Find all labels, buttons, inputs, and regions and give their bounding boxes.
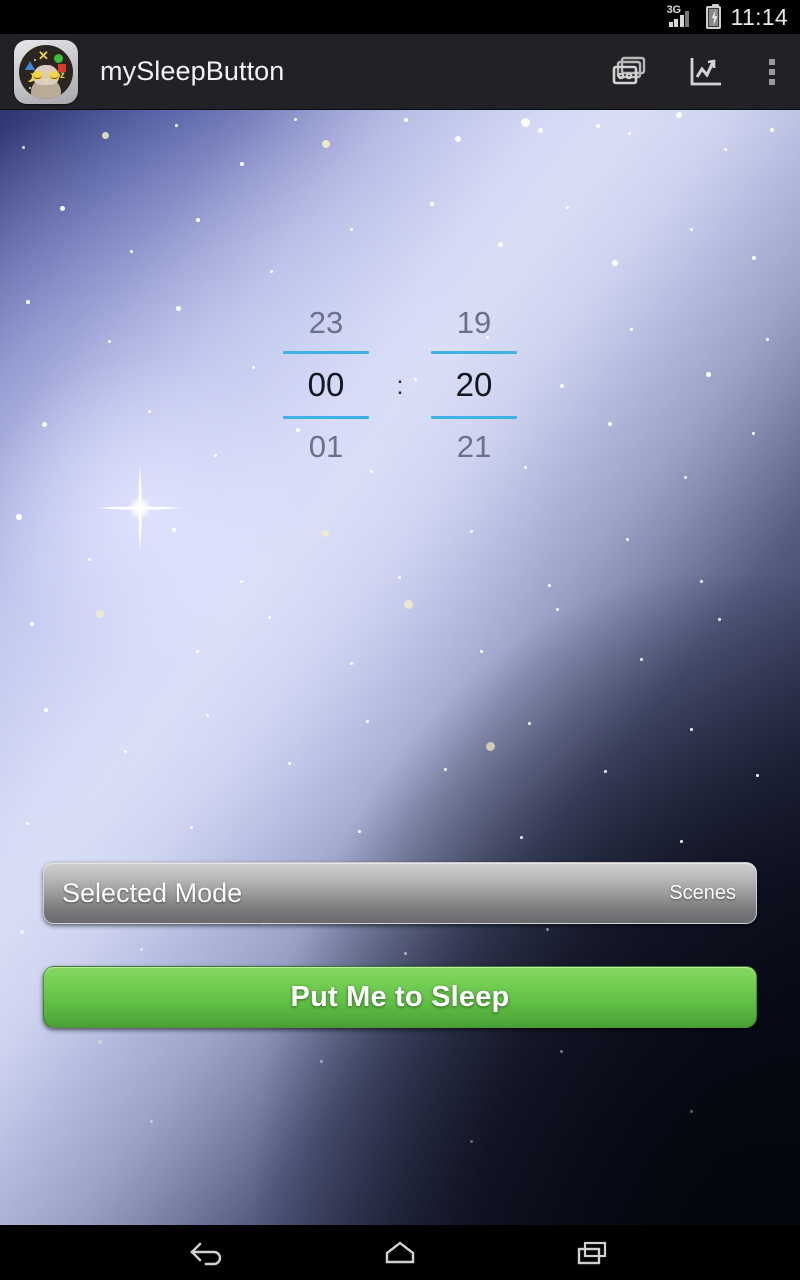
- hour-next-value[interactable]: 01: [309, 419, 343, 475]
- signal-indicator: 3G: [667, 4, 697, 29]
- signal-bars-icon: [668, 10, 695, 27]
- navigation-bar: [0, 1225, 800, 1280]
- home-icon[interactable]: [363, 1225, 437, 1280]
- shuffle-icon: ✕: [38, 47, 49, 63]
- chart-icon[interactable]: [668, 34, 744, 110]
- hour-spinner[interactable]: 23 00 01: [272, 295, 380, 475]
- owl-eye-right: [49, 70, 60, 80]
- selected-mode-label: Selected Mode: [62, 877, 243, 908]
- recents-icon[interactable]: [555, 1225, 629, 1280]
- star-dot-icon: [34, 58, 36, 61]
- triangle-icon: [25, 60, 35, 70]
- scenes-stack-icon[interactable]: [592, 34, 668, 110]
- app-title: mySleepButton: [100, 56, 285, 86]
- minute-spinner[interactable]: 19 20 21: [420, 295, 528, 475]
- z-icon: z: [60, 69, 65, 81]
- android-screen: 3G 11:14 ✕ z mySleepButton 23 00 01: 19…: [0, 0, 800, 1280]
- minute-current-value[interactable]: 20: [456, 354, 493, 416]
- put-me-to-sleep-label: Put Me to Sleep: [290, 980, 510, 1013]
- time-separator: :: [396, 371, 404, 400]
- action-bar: ✕ z mySleepButton: [0, 34, 800, 110]
- time-picker[interactable]: 23 00 01 : 19 20 21: [0, 270, 800, 500]
- sleeping-owl-app-icon[interactable]: ✕ z: [14, 39, 78, 104]
- back-icon[interactable]: [171, 1225, 245, 1280]
- status-bar-clock: 11:14: [730, 4, 788, 30]
- put-me-to-sleep-button[interactable]: Put Me to Sleep: [43, 966, 757, 1028]
- selected-mode-value: Scenes: [669, 881, 736, 904]
- hour-previous-value[interactable]: 23: [309, 295, 343, 351]
- selected-mode-row[interactable]: Selected Mode Scenes: [43, 862, 757, 924]
- hour-current-value[interactable]: 00: [308, 354, 345, 416]
- battery-charging-icon: [705, 3, 721, 29]
- green-circle-icon: [54, 53, 63, 63]
- moon-icon: [23, 72, 32, 81]
- starfield-wallpaper: 23 00 01 : 19 20 21: [0, 110, 800, 1225]
- minute-previous-value[interactable]: 19: [457, 295, 491, 351]
- overflow-menu-icon[interactable]: [744, 34, 800, 110]
- status-bar: 3G 11:14: [0, 0, 800, 34]
- minute-next-value[interactable]: 21: [457, 419, 491, 475]
- action-bar-actions: [592, 34, 800, 110]
- owl-eye-left: [32, 70, 43, 80]
